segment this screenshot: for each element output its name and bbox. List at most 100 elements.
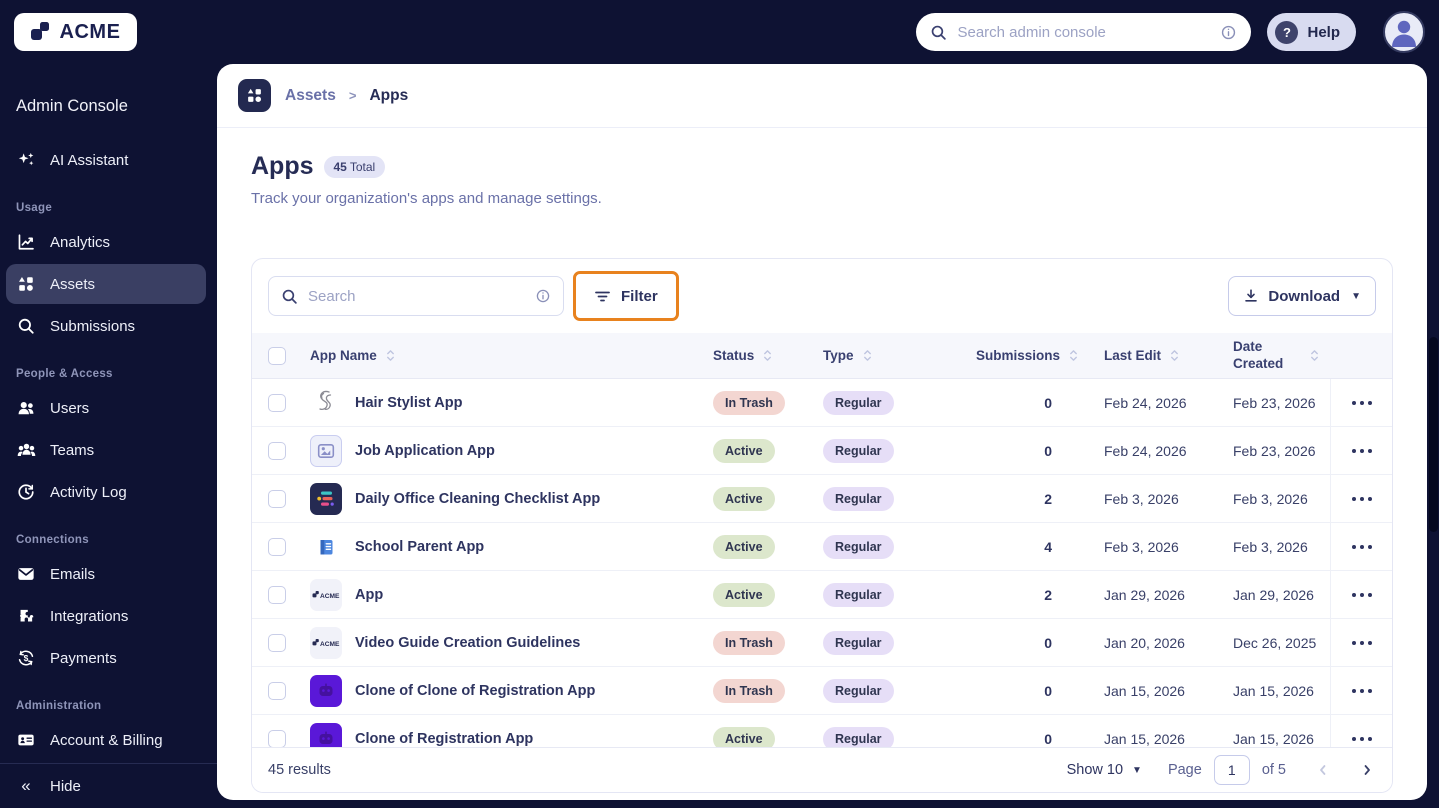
- info-icon[interactable]: [535, 288, 551, 304]
- row-actions-menu-icon[interactable]: [1346, 683, 1378, 699]
- table-row[interactable]: Daily Office Cleaning Checklist App Acti…: [252, 475, 1392, 523]
- sidebar-item-analytics[interactable]: Analytics: [6, 222, 206, 262]
- app-name-link[interactable]: Clone of Clone of Registration App: [355, 683, 595, 699]
- next-page-button[interactable]: [1360, 763, 1374, 777]
- sidebar-item-account-billing[interactable]: Account & Billing: [6, 720, 206, 760]
- app-name-link[interactable]: Hair Stylist App: [355, 395, 462, 411]
- submissions-count: 0: [1044, 682, 1052, 699]
- sort-icon[interactable]: [1068, 348, 1079, 363]
- table-row[interactable]: ACME App Active Regular 2 Jan 29, 2026 J…: [252, 571, 1392, 619]
- column-header-submissions[interactable]: Submissions: [947, 348, 1087, 363]
- sidebar-item-integrations[interactable]: Integrations: [6, 596, 206, 636]
- row-checkbox[interactable]: [268, 729, 286, 748]
- page-number-input[interactable]: [1213, 755, 1250, 785]
- users-icon: [16, 398, 36, 418]
- sort-icon[interactable]: [1309, 348, 1320, 363]
- registration-app-icon: [310, 674, 342, 707]
- last-edit-date: Feb 24, 2026: [1104, 442, 1187, 459]
- filter-lines-icon: [594, 289, 611, 304]
- svg-text:$: $: [24, 653, 29, 663]
- column-header-type[interactable]: Type: [812, 348, 947, 363]
- sort-icon[interactable]: [762, 348, 773, 363]
- question-mark-icon: ?: [1275, 20, 1299, 44]
- sidebar-item-submissions[interactable]: Submissions: [6, 306, 206, 346]
- row-checkbox[interactable]: [268, 393, 286, 412]
- sidebar-item-payments[interactable]: $ Payments: [6, 638, 206, 678]
- column-header-date-created[interactable]: Date Created: [1217, 339, 1330, 371]
- row-actions-menu-icon[interactable]: [1346, 443, 1378, 459]
- app-name-link[interactable]: Video Guide Creation Guidelines: [355, 635, 580, 651]
- date-created: Feb 3, 2026: [1233, 538, 1308, 555]
- user-avatar[interactable]: [1383, 11, 1425, 53]
- row-checkbox[interactable]: [268, 537, 286, 556]
- table-row[interactable]: Clone of Clone of Registration App In Tr…: [252, 667, 1392, 715]
- app-name-link[interactable]: School Parent App: [355, 539, 484, 555]
- column-header-status[interactable]: Status: [702, 348, 812, 363]
- sidebar-item-emails[interactable]: Emails: [6, 554, 206, 594]
- table-row[interactable]: School Parent App Active Regular 4 Feb 3…: [252, 523, 1392, 571]
- chevron-down-icon: ▼: [1132, 764, 1142, 776]
- table-search-bar[interactable]: [268, 276, 564, 316]
- sidebar-item-teams[interactable]: Teams: [6, 430, 206, 470]
- row-checkbox[interactable]: [268, 489, 286, 508]
- sort-icon[interactable]: [1169, 348, 1180, 363]
- sort-icon[interactable]: [385, 348, 396, 363]
- download-button[interactable]: Download ▼: [1228, 276, 1376, 316]
- date-created: Jan 15, 2026: [1233, 682, 1314, 699]
- row-checkbox[interactable]: [268, 441, 286, 460]
- sort-icon[interactable]: [862, 348, 873, 363]
- status-badge: Active: [713, 438, 775, 463]
- help-button[interactable]: ? Help: [1267, 13, 1356, 51]
- row-actions-menu-icon[interactable]: [1346, 587, 1378, 603]
- page-subtitle: Track your organization's apps and manag…: [251, 190, 602, 207]
- sidebar-item-users[interactable]: Users: [6, 388, 206, 428]
- last-edit-date: Jan 20, 2026: [1104, 634, 1185, 651]
- row-checkbox[interactable]: [268, 585, 286, 604]
- acme-logo[interactable]: ACME: [14, 13, 137, 51]
- page-title: Apps: [251, 152, 314, 180]
- row-actions-menu-icon[interactable]: [1346, 395, 1378, 411]
- apps-table-panel: Filter Download ▼ App Name Status: [251, 258, 1393, 793]
- row-actions-menu-icon[interactable]: [1346, 539, 1378, 555]
- info-icon[interactable]: [1220, 24, 1237, 41]
- row-actions-menu-icon[interactable]: [1346, 731, 1378, 747]
- submissions-count: 0: [1044, 730, 1052, 747]
- app-name-link[interactable]: App: [355, 587, 383, 603]
- app-name-link[interactable]: Daily Office Cleaning Checklist App: [355, 491, 600, 507]
- breadcrumb-assets-link[interactable]: Assets: [285, 87, 336, 105]
- sidebar-item-activity-log[interactable]: Activity Log: [6, 472, 206, 512]
- table-row[interactable]: ACME Video Guide Creation Guidelines In …: [252, 619, 1392, 667]
- status-badge: In Trash: [713, 678, 785, 703]
- sidebar-section-administration: Administration: [16, 700, 102, 712]
- sidebar-item-assets[interactable]: Assets: [6, 264, 206, 304]
- app-name-link[interactable]: Clone of Registration App: [355, 731, 533, 747]
- filter-button[interactable]: Filter: [578, 276, 674, 316]
- search-icon: [16, 316, 36, 336]
- date-created: Feb 23, 2026: [1233, 394, 1316, 411]
- dollar-cycle-icon: $: [16, 648, 36, 668]
- row-checkbox[interactable]: [268, 633, 286, 652]
- school-parent-app-icon: [310, 530, 342, 563]
- previous-page-button[interactable]: [1316, 763, 1330, 777]
- table-search-input[interactable]: [308, 287, 525, 305]
- column-header-app-name[interactable]: App Name: [302, 348, 702, 363]
- page-scrollbar[interactable]: [1429, 337, 1438, 532]
- row-actions-menu-icon[interactable]: [1346, 635, 1378, 651]
- filter-annotation-highlight: Filter: [573, 271, 679, 321]
- row-actions-menu-icon[interactable]: [1346, 491, 1378, 507]
- select-all-checkbox[interactable]: [268, 346, 286, 365]
- sidebar-item-ai-assistant[interactable]: AI Assistant: [6, 140, 206, 180]
- row-checkbox[interactable]: [268, 681, 286, 700]
- date-created: Feb 23, 2026: [1233, 442, 1316, 459]
- sidebar-collapse-button[interactable]: « Hide: [0, 763, 217, 808]
- type-badge: Regular: [823, 486, 894, 511]
- admin-search-bar[interactable]: [916, 13, 1252, 51]
- table-row[interactable]: Hair Stylist App In Trash Regular 0 Feb …: [252, 379, 1392, 427]
- app-name-link[interactable]: Job Application App: [355, 443, 495, 459]
- column-header-last-edit[interactable]: Last Edit: [1087, 348, 1217, 363]
- status-badge: Active: [713, 486, 775, 511]
- page-size-select[interactable]: Show 10 ▼: [1067, 762, 1142, 778]
- admin-search-input[interactable]: [957, 23, 1211, 41]
- table-row[interactable]: Job Application App Active Regular 0 Feb…: [252, 427, 1392, 475]
- status-badge: In Trash: [713, 630, 785, 655]
